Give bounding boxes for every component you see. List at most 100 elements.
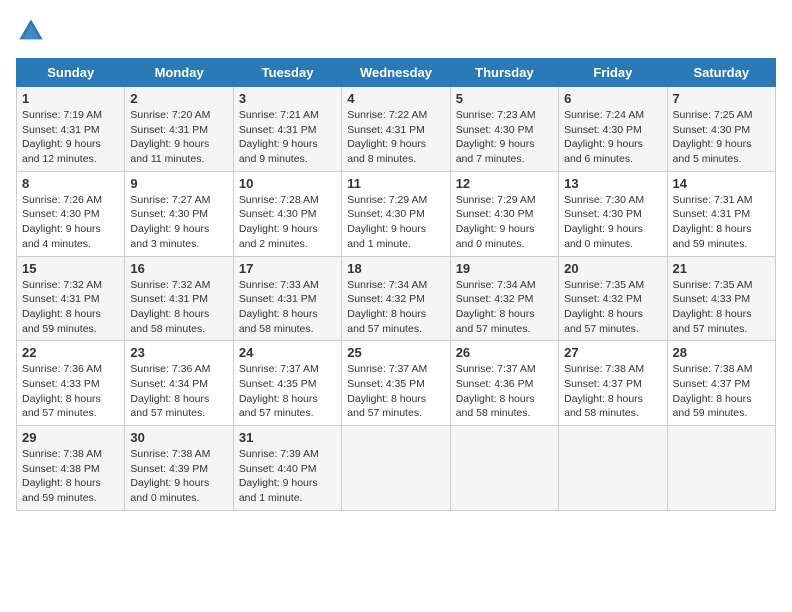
calendar-week-3: 15 Sunrise: 7:32 AMSunset: 4:31 PMDaylig… [17,256,776,341]
day-number: 14 [673,176,770,191]
day-info: Sunrise: 7:36 AMSunset: 4:34 PMDaylight:… [130,362,227,421]
day-info: Sunrise: 7:38 AMSunset: 4:38 PMDaylight:… [22,447,119,506]
day-number: 1 [22,91,119,106]
day-info: Sunrise: 7:26 AMSunset: 4:30 PMDaylight:… [22,193,119,252]
calendar-cell: 15 Sunrise: 7:32 AMSunset: 4:31 PMDaylig… [17,256,125,341]
day-info: Sunrise: 7:37 AMSunset: 4:35 PMDaylight:… [347,362,444,421]
day-number: 16 [130,261,227,276]
day-number: 4 [347,91,444,106]
day-number: 19 [456,261,553,276]
day-info: Sunrise: 7:34 AMSunset: 4:32 PMDaylight:… [456,278,553,337]
calendar-cell: 11 Sunrise: 7:29 AMSunset: 4:30 PMDaylig… [342,171,450,256]
day-number: 7 [673,91,770,106]
day-info: Sunrise: 7:34 AMSunset: 4:32 PMDaylight:… [347,278,444,337]
day-info: Sunrise: 7:29 AMSunset: 4:30 PMDaylight:… [456,193,553,252]
day-number: 31 [239,430,336,445]
calendar-cell: 6 Sunrise: 7:24 AMSunset: 4:30 PMDayligh… [559,87,667,172]
calendar-cell: 29 Sunrise: 7:38 AMSunset: 4:38 PMDaylig… [17,426,125,511]
day-header-sunday: Sunday [17,59,125,87]
day-number: 11 [347,176,444,191]
day-number: 29 [22,430,119,445]
day-info: Sunrise: 7:37 AMSunset: 4:35 PMDaylight:… [239,362,336,421]
day-info: Sunrise: 7:36 AMSunset: 4:33 PMDaylight:… [22,362,119,421]
day-header-saturday: Saturday [667,59,775,87]
day-info: Sunrise: 7:22 AMSunset: 4:31 PMDaylight:… [347,108,444,167]
day-info: Sunrise: 7:35 AMSunset: 4:32 PMDaylight:… [564,278,661,337]
calendar-cell: 17 Sunrise: 7:33 AMSunset: 4:31 PMDaylig… [233,256,341,341]
day-number: 23 [130,345,227,360]
calendar-cell: 30 Sunrise: 7:38 AMSunset: 4:39 PMDaylig… [125,426,233,511]
calendar-cell: 25 Sunrise: 7:37 AMSunset: 4:35 PMDaylig… [342,341,450,426]
day-number: 18 [347,261,444,276]
day-number: 13 [564,176,661,191]
calendar-cell: 13 Sunrise: 7:30 AMSunset: 4:30 PMDaylig… [559,171,667,256]
day-number: 2 [130,91,227,106]
day-number: 24 [239,345,336,360]
day-header-friday: Friday [559,59,667,87]
day-number: 30 [130,430,227,445]
day-number: 6 [564,91,661,106]
day-info: Sunrise: 7:19 AMSunset: 4:31 PMDaylight:… [22,108,119,167]
calendar-cell: 28 Sunrise: 7:38 AMSunset: 4:37 PMDaylig… [667,341,775,426]
calendar-cell: 19 Sunrise: 7:34 AMSunset: 4:32 PMDaylig… [450,256,558,341]
calendar-cell [559,426,667,511]
day-number: 15 [22,261,119,276]
day-info: Sunrise: 7:23 AMSunset: 4:30 PMDaylight:… [456,108,553,167]
calendar-week-1: 1 Sunrise: 7:19 AMSunset: 4:31 PMDayligh… [17,87,776,172]
day-header-monday: Monday [125,59,233,87]
day-info: Sunrise: 7:20 AMSunset: 4:31 PMDaylight:… [130,108,227,167]
calendar-cell: 5 Sunrise: 7:23 AMSunset: 4:30 PMDayligh… [450,87,558,172]
calendar-week-2: 8 Sunrise: 7:26 AMSunset: 4:30 PMDayligh… [17,171,776,256]
day-info: Sunrise: 7:37 AMSunset: 4:36 PMDaylight:… [456,362,553,421]
calendar-cell: 9 Sunrise: 7:27 AMSunset: 4:30 PMDayligh… [125,171,233,256]
day-number: 9 [130,176,227,191]
day-info: Sunrise: 7:38 AMSunset: 4:37 PMDaylight:… [564,362,661,421]
calendar-cell: 1 Sunrise: 7:19 AMSunset: 4:31 PMDayligh… [17,87,125,172]
day-number: 22 [22,345,119,360]
day-info: Sunrise: 7:24 AMSunset: 4:30 PMDaylight:… [564,108,661,167]
day-number: 27 [564,345,661,360]
day-info: Sunrise: 7:28 AMSunset: 4:30 PMDaylight:… [239,193,336,252]
calendar-week-5: 29 Sunrise: 7:38 AMSunset: 4:38 PMDaylig… [17,426,776,511]
day-info: Sunrise: 7:25 AMSunset: 4:30 PMDaylight:… [673,108,770,167]
day-number: 20 [564,261,661,276]
day-number: 5 [456,91,553,106]
calendar-cell: 26 Sunrise: 7:37 AMSunset: 4:36 PMDaylig… [450,341,558,426]
calendar-cell: 7 Sunrise: 7:25 AMSunset: 4:30 PMDayligh… [667,87,775,172]
calendar-week-4: 22 Sunrise: 7:36 AMSunset: 4:33 PMDaylig… [17,341,776,426]
calendar-cell: 18 Sunrise: 7:34 AMSunset: 4:32 PMDaylig… [342,256,450,341]
day-info: Sunrise: 7:33 AMSunset: 4:31 PMDaylight:… [239,278,336,337]
day-info: Sunrise: 7:32 AMSunset: 4:31 PMDaylight:… [22,278,119,337]
calendar-cell [342,426,450,511]
day-number: 21 [673,261,770,276]
calendar-cell: 16 Sunrise: 7:32 AMSunset: 4:31 PMDaylig… [125,256,233,341]
day-info: Sunrise: 7:35 AMSunset: 4:33 PMDaylight:… [673,278,770,337]
calendar-cell: 22 Sunrise: 7:36 AMSunset: 4:33 PMDaylig… [17,341,125,426]
day-number: 17 [239,261,336,276]
calendar-table: SundayMondayTuesdayWednesdayThursdayFrid… [16,58,776,511]
calendar-cell: 23 Sunrise: 7:36 AMSunset: 4:34 PMDaylig… [125,341,233,426]
day-number: 3 [239,91,336,106]
day-info: Sunrise: 7:39 AMSunset: 4:40 PMDaylight:… [239,447,336,506]
day-info: Sunrise: 7:31 AMSunset: 4:31 PMDaylight:… [673,193,770,252]
calendar-cell: 2 Sunrise: 7:20 AMSunset: 4:31 PMDayligh… [125,87,233,172]
day-number: 25 [347,345,444,360]
calendar-cell: 14 Sunrise: 7:31 AMSunset: 4:31 PMDaylig… [667,171,775,256]
day-number: 12 [456,176,553,191]
calendar-cell: 4 Sunrise: 7:22 AMSunset: 4:31 PMDayligh… [342,87,450,172]
day-info: Sunrise: 7:30 AMSunset: 4:30 PMDaylight:… [564,193,661,252]
calendar-cell: 10 Sunrise: 7:28 AMSunset: 4:30 PMDaylig… [233,171,341,256]
calendar-cell: 27 Sunrise: 7:38 AMSunset: 4:37 PMDaylig… [559,341,667,426]
day-info: Sunrise: 7:29 AMSunset: 4:30 PMDaylight:… [347,193,444,252]
calendar-body: 1 Sunrise: 7:19 AMSunset: 4:31 PMDayligh… [17,87,776,511]
calendar-cell: 8 Sunrise: 7:26 AMSunset: 4:30 PMDayligh… [17,171,125,256]
day-header-wednesday: Wednesday [342,59,450,87]
day-info: Sunrise: 7:27 AMSunset: 4:30 PMDaylight:… [130,193,227,252]
calendar-cell: 24 Sunrise: 7:37 AMSunset: 4:35 PMDaylig… [233,341,341,426]
day-number: 26 [456,345,553,360]
day-header-tuesday: Tuesday [233,59,341,87]
days-header-row: SundayMondayTuesdayWednesdayThursdayFrid… [17,59,776,87]
calendar-cell: 31 Sunrise: 7:39 AMSunset: 4:40 PMDaylig… [233,426,341,511]
calendar-cell [667,426,775,511]
calendar-cell: 3 Sunrise: 7:21 AMSunset: 4:31 PMDayligh… [233,87,341,172]
